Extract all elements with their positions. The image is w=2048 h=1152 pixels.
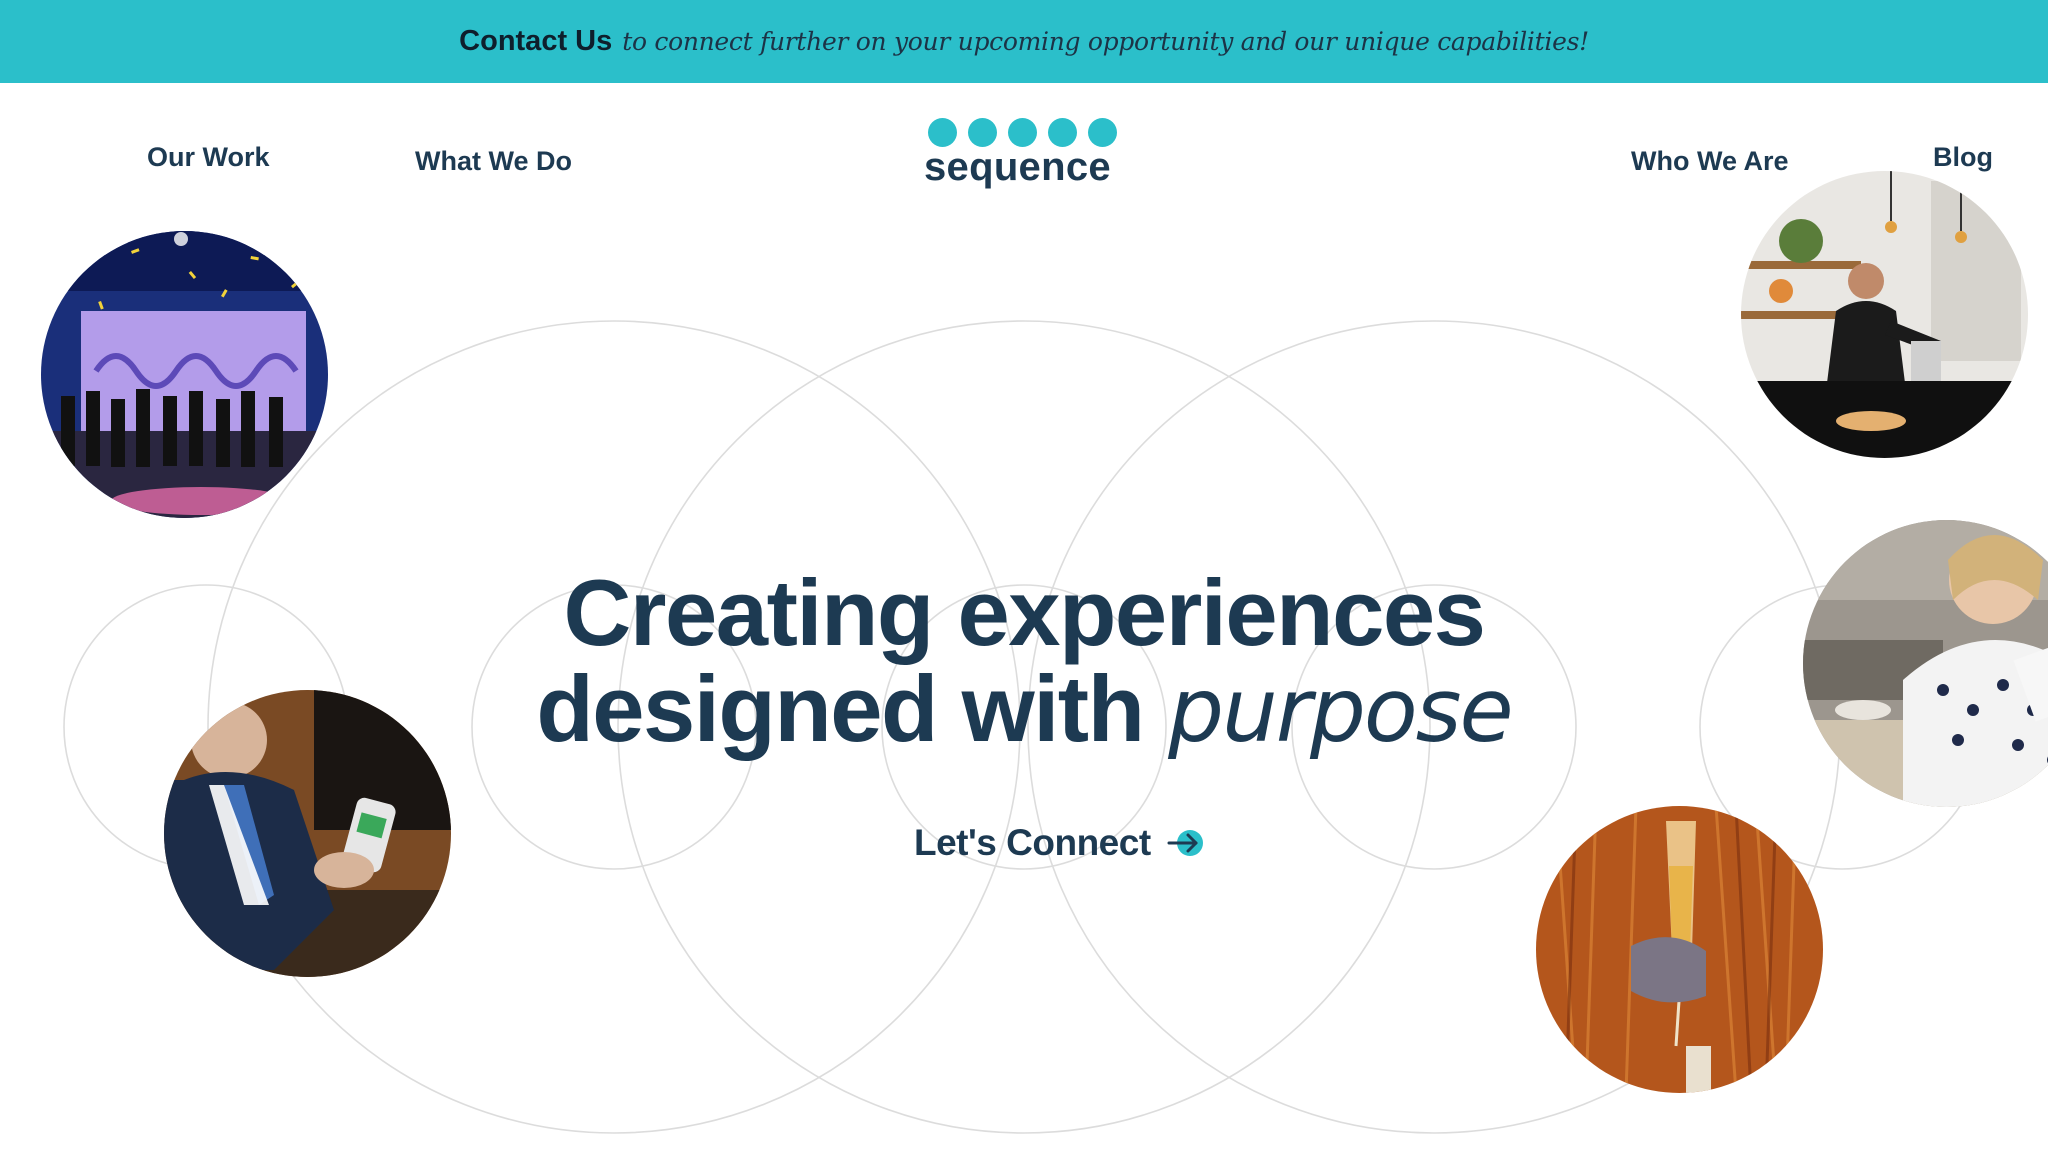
- nav-who-we-are[interactable]: Who We Are: [1631, 146, 1789, 177]
- sequence-logo[interactable]: sequence: [924, 118, 1120, 208]
- arrow-right-circle-icon: [1167, 830, 1203, 856]
- logo-dot: [1008, 118, 1037, 147]
- hero-line-1: Creating experiences: [563, 560, 1486, 665]
- woman-kitchen-photo: [1803, 520, 2048, 807]
- logo-wordmark: sequence: [924, 145, 1111, 189]
- chef-kitchen-photo: [1741, 171, 2028, 458]
- logo-dots: [924, 118, 1120, 147]
- hero-headline: Creating experiences designed with purpo…: [480, 565, 1568, 759]
- champagne-glass-photo: [1536, 806, 1823, 1093]
- logo-dot: [1048, 118, 1077, 147]
- banner-text: to connect further on your upcoming oppo…: [622, 27, 1589, 56]
- contact-us-link[interactable]: Contact Us: [459, 25, 612, 58]
- nav-what-we-do[interactable]: What We Do: [415, 146, 572, 177]
- nav-our-work[interactable]: Our Work: [147, 142, 270, 173]
- lets-connect-label: Let's Connect: [914, 822, 1151, 863]
- businessman-phone-photo: [164, 690, 451, 977]
- lets-connect-button[interactable]: Let's Connect: [914, 822, 1207, 864]
- contact-banner[interactable]: Contact Us to connect further on your up…: [0, 0, 2048, 83]
- nav-blog[interactable]: Blog: [1933, 142, 1993, 173]
- hero-line-2-italic: purpose: [1168, 659, 1513, 762]
- celebration-stage-photo: [41, 231, 328, 518]
- hero-line-2: designed with: [536, 656, 1145, 761]
- logo-dot: [968, 118, 997, 147]
- logo-dot: [928, 118, 957, 147]
- logo-dot: [1088, 118, 1117, 147]
